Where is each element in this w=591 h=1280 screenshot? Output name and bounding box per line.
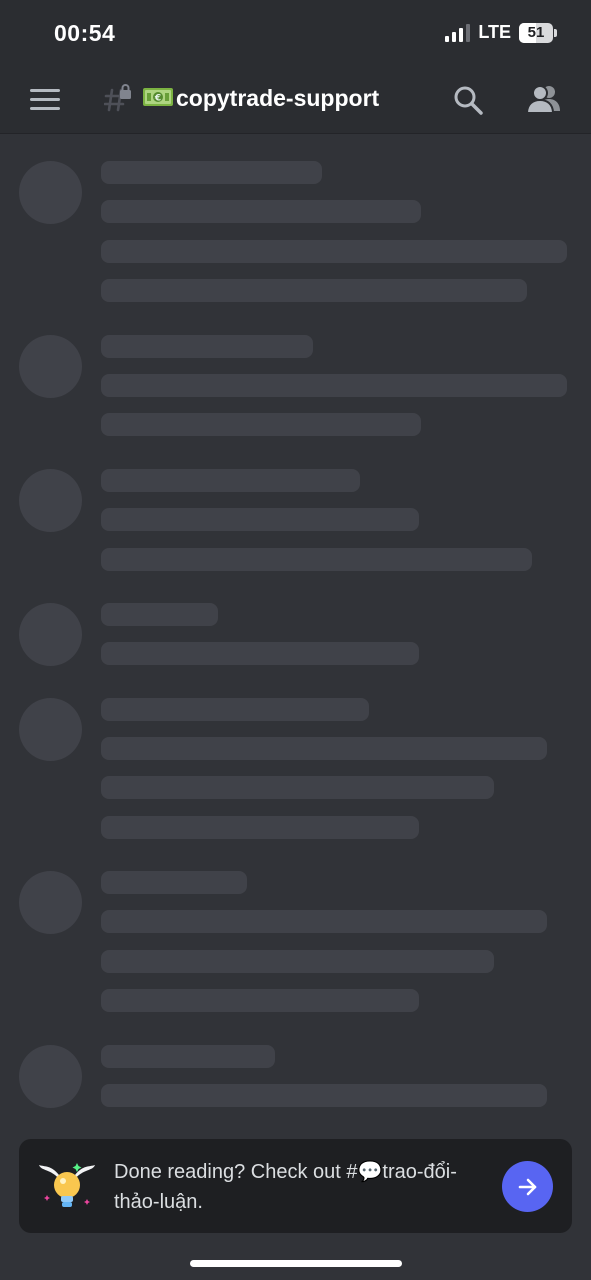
skeleton-line	[101, 642, 419, 665]
skeleton-line	[101, 469, 360, 492]
skeleton-line	[101, 413, 421, 436]
avatar-placeholder	[19, 161, 82, 224]
home-indicator[interactable]	[190, 1260, 402, 1267]
skeleton-line	[101, 240, 567, 263]
search-icon[interactable]	[452, 84, 484, 116]
channel-header: € copytrade-support	[0, 66, 591, 134]
status-time: 00:54	[54, 20, 116, 46]
skeleton-line	[101, 508, 419, 531]
skeleton-line	[101, 1045, 275, 1068]
arrow-right-icon	[518, 1178, 536, 1195]
network-label: LTE	[478, 22, 511, 42]
locked-hash-icon	[104, 84, 131, 112]
skeleton-line	[101, 279, 527, 302]
skeleton-line	[101, 816, 419, 839]
avatar-placeholder	[19, 603, 82, 666]
go-to-channel-button[interactable]	[502, 1161, 553, 1212]
signal-icon	[445, 23, 471, 42]
battery-icon: 51	[519, 22, 557, 43]
avatar-placeholder	[19, 1045, 82, 1108]
avatar-placeholder	[19, 871, 82, 934]
skeleton-line	[101, 989, 419, 1012]
channel-name: copytrade-support	[176, 85, 380, 111]
skeleton-line	[101, 603, 218, 626]
skeleton-line	[101, 200, 421, 223]
skeleton-line	[101, 950, 494, 973]
status-bar: 00:54 LTE 51	[0, 0, 591, 66]
avatar-placeholder	[19, 335, 82, 398]
skeleton-line	[101, 374, 567, 397]
skeleton-line	[101, 737, 547, 760]
members-icon[interactable]	[526, 83, 562, 115]
euro-banknote-icon: €	[143, 88, 173, 106]
banner-message: Done reading? Check out #💬trao-đổi-thảo-…	[114, 1161, 457, 1213]
hamburger-icon[interactable]	[30, 89, 60, 111]
svg-text:€: €	[154, 94, 161, 104]
avatar-placeholder	[19, 698, 82, 761]
status-indicators: LTE 51	[445, 22, 557, 43]
skeleton-line	[101, 698, 369, 721]
lightbulb-with-wings-icon	[39, 1163, 95, 1207]
skeleton-line	[101, 1084, 547, 1107]
skeleton-line	[101, 871, 247, 894]
skeleton-line	[101, 161, 322, 184]
avatar-placeholder	[19, 469, 82, 532]
battery-level: 51	[527, 24, 545, 41]
next-channel-banner[interactable]: Done reading? Check out #💬trao-đổi-thảo-…	[19, 1139, 572, 1233]
skeleton-line	[101, 548, 532, 571]
skeleton-line	[101, 776, 494, 799]
skeleton-line	[101, 910, 547, 933]
skeleton-line	[101, 335, 313, 358]
